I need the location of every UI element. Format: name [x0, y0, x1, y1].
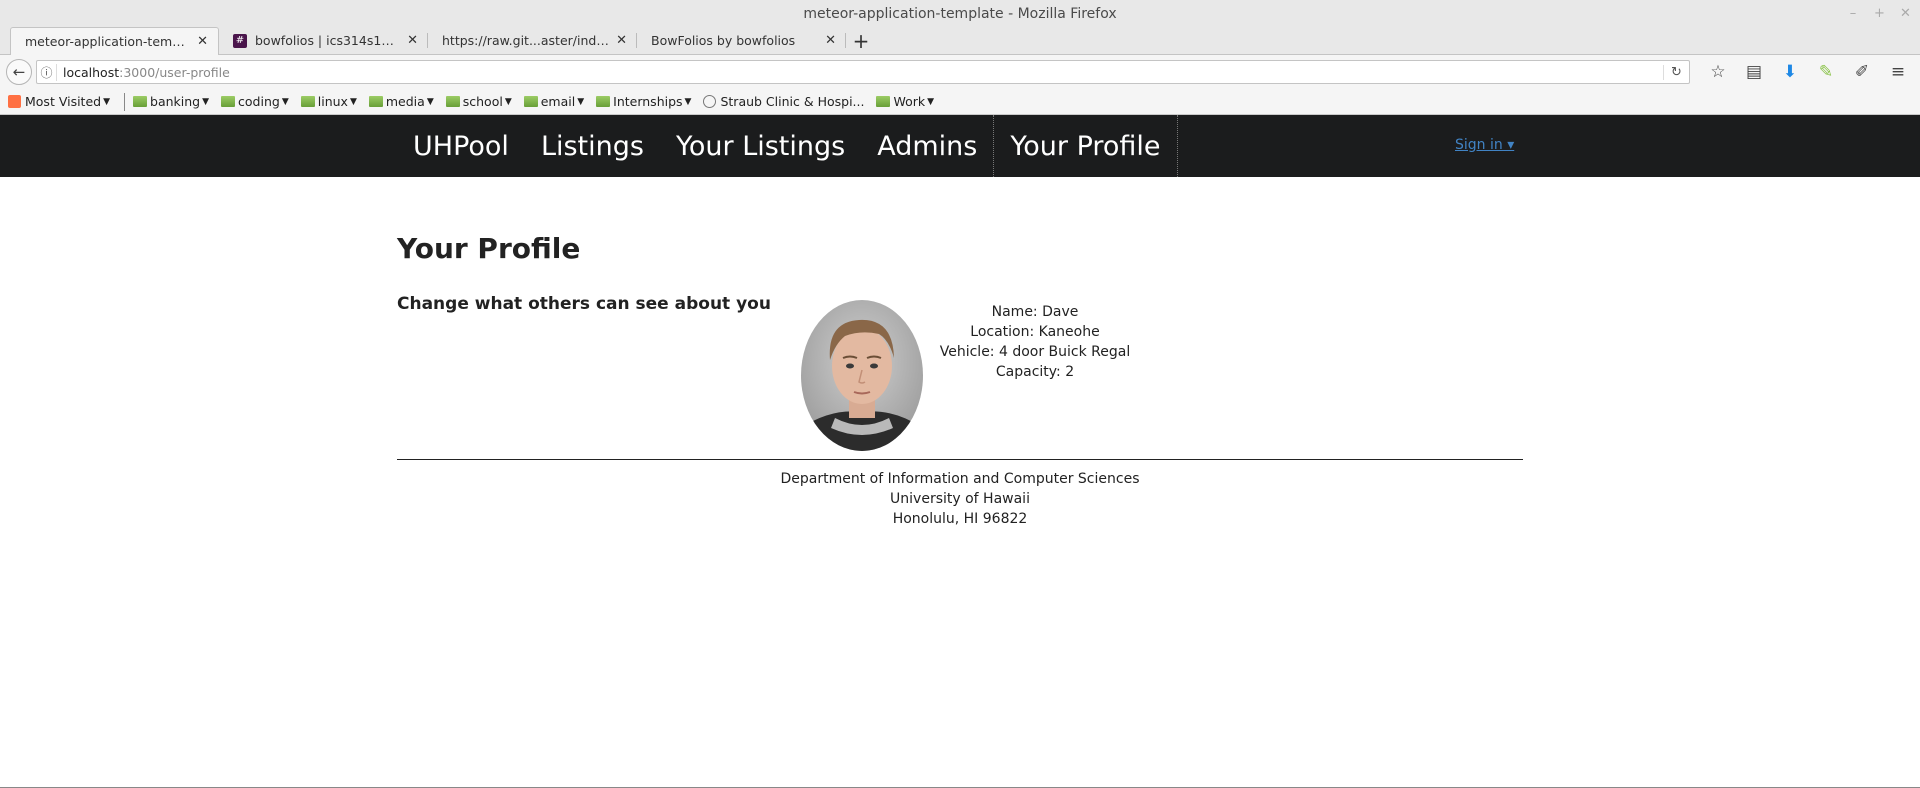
bookmark-folder-banking[interactable]: banking ▼ — [133, 94, 209, 109]
minimize-button[interactable]: – — [1848, 0, 1858, 28]
bookmark-folder-internships[interactable]: Internships ▼ — [596, 94, 691, 109]
tab-label: bowfolios | ics314s17 Sla... — [255, 33, 402, 48]
site-menu: UHPool Listings Your Listings Admins You… — [397, 115, 1178, 177]
folder-icon — [300, 96, 315, 107]
navigation-toolbar: ← ⓘ localhost :3000/user-profile ↻ ☆ ▤ ⬇… — [0, 55, 1920, 89]
bookmark-folder-email[interactable]: email ▼ — [523, 94, 585, 109]
tab-label: BowFolios by bowfolios — [651, 33, 796, 48]
nav-your-listings[interactable]: Your Listings — [660, 115, 861, 177]
footer-university: University of Hawaii — [890, 491, 1030, 507]
nav-admins[interactable]: Admins — [861, 115, 993, 177]
bookmark-most-visited[interactable]: Most Visited ▼ — [8, 94, 110, 109]
bookmark-label: school — [462, 94, 503, 109]
url-bar[interactable]: ⓘ localhost :3000/user-profile ↻ — [36, 60, 1690, 84]
window-controls: – + ✕ — [1848, 0, 1911, 28]
back-button[interactable]: ← — [6, 59, 32, 85]
bookmarks-toolbar: Most Visited ▼ banking ▼ coding ▼ linux … — [0, 89, 1920, 115]
folder-icon — [596, 96, 611, 107]
chevron-down-icon: ▼ — [103, 96, 111, 107]
chevron-down-icon: ▼ — [281, 96, 289, 107]
folder-icon — [133, 96, 148, 107]
bookmark-label: banking — [150, 94, 201, 109]
chevron-down-icon: ▼ — [202, 96, 210, 107]
page-title: Your Profile — [397, 232, 581, 265]
bookmark-label: Work — [893, 94, 926, 109]
window-title: meteor-application-template - Mozilla Fi… — [803, 6, 1117, 22]
profile-avatar — [801, 300, 923, 451]
tab-strip: meteor-application-template ✕ # bowfolio… — [0, 27, 1920, 55]
site-navbar: UHPool Listings Your Listings Admins You… — [0, 115, 1920, 177]
profile-location: Location: Kaneohe — [970, 324, 1100, 340]
tab-label: meteor-application-template — [25, 34, 192, 49]
new-tab-button[interactable]: + — [846, 27, 876, 54]
bookmark-label: media — [385, 94, 425, 109]
chevron-down-icon: ▼ — [349, 96, 357, 107]
profile-name: Name: Dave — [991, 304, 1079, 320]
hamburger-menu-icon[interactable]: ≡ — [1882, 59, 1914, 85]
bookmark-straub-clinic[interactable]: Straub Clinic & Hospi... — [703, 94, 864, 109]
avatar-portrait — [801, 300, 923, 451]
url-host: localhost — [63, 64, 120, 80]
reload-icon[interactable]: ↻ — [1663, 64, 1689, 80]
url-path: :3000/user-profile — [119, 64, 230, 80]
tab-close-icon[interactable]: ✕ — [616, 33, 627, 48]
bookmark-star-icon[interactable]: ☆ — [1702, 59, 1734, 85]
bookmark-label: linux — [317, 94, 348, 109]
bookmark-folder-work[interactable]: Work ▼ — [876, 94, 934, 109]
bookmark-folder-coding[interactable]: coding ▼ — [221, 94, 289, 109]
folder-icon — [876, 96, 891, 107]
nav-listings[interactable]: Listings — [525, 115, 660, 177]
profile-vehicle: Vehicle: 4 door Buick Regal — [939, 344, 1131, 360]
folder-icon — [523, 96, 538, 107]
tab-close-icon[interactable]: ✕ — [407, 33, 418, 48]
sign-in-dropdown[interactable]: Sign in ▾ — [1455, 137, 1514, 153]
bookmark-label: Straub Clinic & Hospi... — [720, 94, 865, 109]
bookmark-label: Internships — [613, 94, 683, 109]
footer-divider — [397, 459, 1523, 460]
folder-icon — [445, 96, 460, 107]
chevron-down-icon: ▼ — [426, 96, 434, 107]
nav-your-profile[interactable]: Your Profile — [993, 115, 1178, 177]
library-icon[interactable]: ▤ — [1738, 59, 1770, 85]
maximize-button[interactable]: + — [1874, 0, 1885, 28]
bookmark-label: email — [540, 94, 576, 109]
slack-favicon-icon: # — [233, 33, 247, 48]
profile-capacity: Capacity: 2 — [995, 364, 1075, 380]
tab-close-icon[interactable]: ✕ — [197, 34, 208, 49]
chevron-down-icon: ▼ — [504, 96, 512, 107]
footer-address: Honolulu, HI 96822 — [892, 511, 1028, 527]
close-window-button[interactable]: ✕ — [1900, 0, 1911, 28]
profile-details: Name: Dave Location: Kaneohe Vehicle: 4 … — [935, 302, 1135, 382]
downloads-icon[interactable]: ⬇ — [1774, 59, 1806, 85]
tab-label: https://raw.git...aster/index.md — [442, 33, 610, 48]
chevron-down-icon: ▼ — [684, 96, 692, 107]
eyedropper-icon[interactable]: ✐ — [1846, 59, 1878, 85]
folder-icon — [221, 96, 236, 107]
folder-icon — [368, 96, 383, 107]
tab-close-icon[interactable]: ✕ — [825, 33, 836, 48]
bookmark-folder-linux[interactable]: linux ▼ — [300, 94, 357, 109]
bookmark-folder-school[interactable]: school ▼ — [445, 94, 512, 109]
site-info-icon[interactable]: ⓘ — [37, 63, 57, 81]
bookmarks-separator — [124, 92, 126, 111]
chevron-down-icon: ▼ — [927, 96, 935, 107]
extension-icon[interactable]: ✎ — [1810, 59, 1842, 85]
nav-uhpool[interactable]: UHPool — [397, 115, 525, 177]
tab-bowfolios[interactable]: BowFolios by bowfolios ✕ — [637, 27, 846, 54]
bookmark-label: coding — [238, 94, 280, 109]
page-footer: Department of Information and Computer S… — [397, 469, 1523, 529]
globe-icon — [703, 95, 717, 108]
footer-department: Department of Information and Computer S… — [780, 471, 1140, 487]
window-title-bar: meteor-application-template - Mozilla Fi… — [0, 0, 1920, 28]
page-subheader: Change what others can see about you — [397, 294, 771, 314]
bookmark-label: Most Visited — [25, 94, 102, 109]
tab-bowfolios-slack[interactable]: # bowfolios | ics314s17 Sla... ✕ — [219, 27, 428, 54]
chevron-down-icon: ▼ — [577, 96, 585, 107]
tab-raw-github[interactable]: https://raw.git...aster/index.md ✕ — [428, 27, 637, 54]
tab-meteor-application-template[interactable]: meteor-application-template ✕ — [10, 27, 219, 55]
bookmark-folder-media[interactable]: media ▼ — [368, 94, 434, 109]
most-visited-icon — [8, 95, 21, 108]
